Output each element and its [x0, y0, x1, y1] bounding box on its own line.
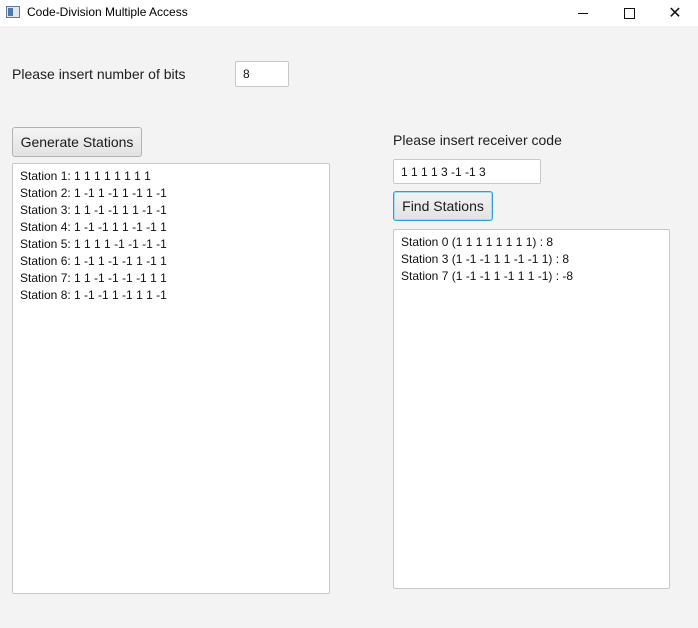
receiver-code-input[interactable] [393, 159, 541, 184]
close-button[interactable]: ✕ [652, 0, 698, 26]
station-line: Station 5: 1 1 1 1 -1 -1 -1 -1 [20, 237, 167, 251]
station-line: Station 3: 1 1 -1 -1 1 1 -1 -1 [20, 203, 167, 217]
station-line: Station 7: 1 1 -1 -1 -1 -1 1 1 [20, 271, 167, 285]
window-title: Code-Division Multiple Access [27, 5, 188, 19]
station-line: Station 4: 1 -1 -1 1 1 -1 -1 1 [20, 220, 167, 234]
station-line: Station 8: 1 -1 -1 1 -1 1 1 -1 [20, 288, 167, 302]
result-line: Station 0 (1 1 1 1 1 1 1 1) : 8 [401, 235, 554, 249]
station-line: Station 1: 1 1 1 1 1 1 1 1 [20, 169, 151, 183]
result-line: Station 3 (1 -1 -1 1 1 -1 -1 1) : 8 [401, 252, 570, 266]
result-line: Station 7 (1 -1 -1 1 -1 1 1 -1) : -8 [401, 269, 574, 283]
minimize-button[interactable] [560, 0, 606, 26]
app-window-icon [6, 6, 20, 18]
station-line: Station 6: 1 -1 1 -1 -1 1 -1 1 [20, 254, 167, 268]
maximize-icon [623, 7, 635, 19]
stations-textarea[interactable]: Station 1: 1 1 1 1 1 1 1 1 Station 2: 1 … [12, 163, 330, 594]
receiver-code-label: Please insert receiver code [393, 132, 562, 148]
close-icon: ✕ [668, 3, 682, 22]
minimize-icon [578, 12, 588, 14]
generate-stations-button[interactable]: Generate Stations [12, 127, 142, 157]
title-bar: Code-Division Multiple Access ✕ [0, 0, 698, 26]
station-line: Station 2: 1 -1 1 -1 1 -1 1 -1 [20, 186, 167, 200]
results-textarea[interactable]: Station 0 (1 1 1 1 1 1 1 1) : 8 Station … [393, 229, 670, 589]
bits-input[interactable] [235, 61, 289, 87]
maximize-button[interactable] [606, 0, 652, 26]
bits-label: Please insert number of bits [12, 66, 186, 82]
find-stations-button[interactable]: Find Stations [393, 191, 493, 221]
